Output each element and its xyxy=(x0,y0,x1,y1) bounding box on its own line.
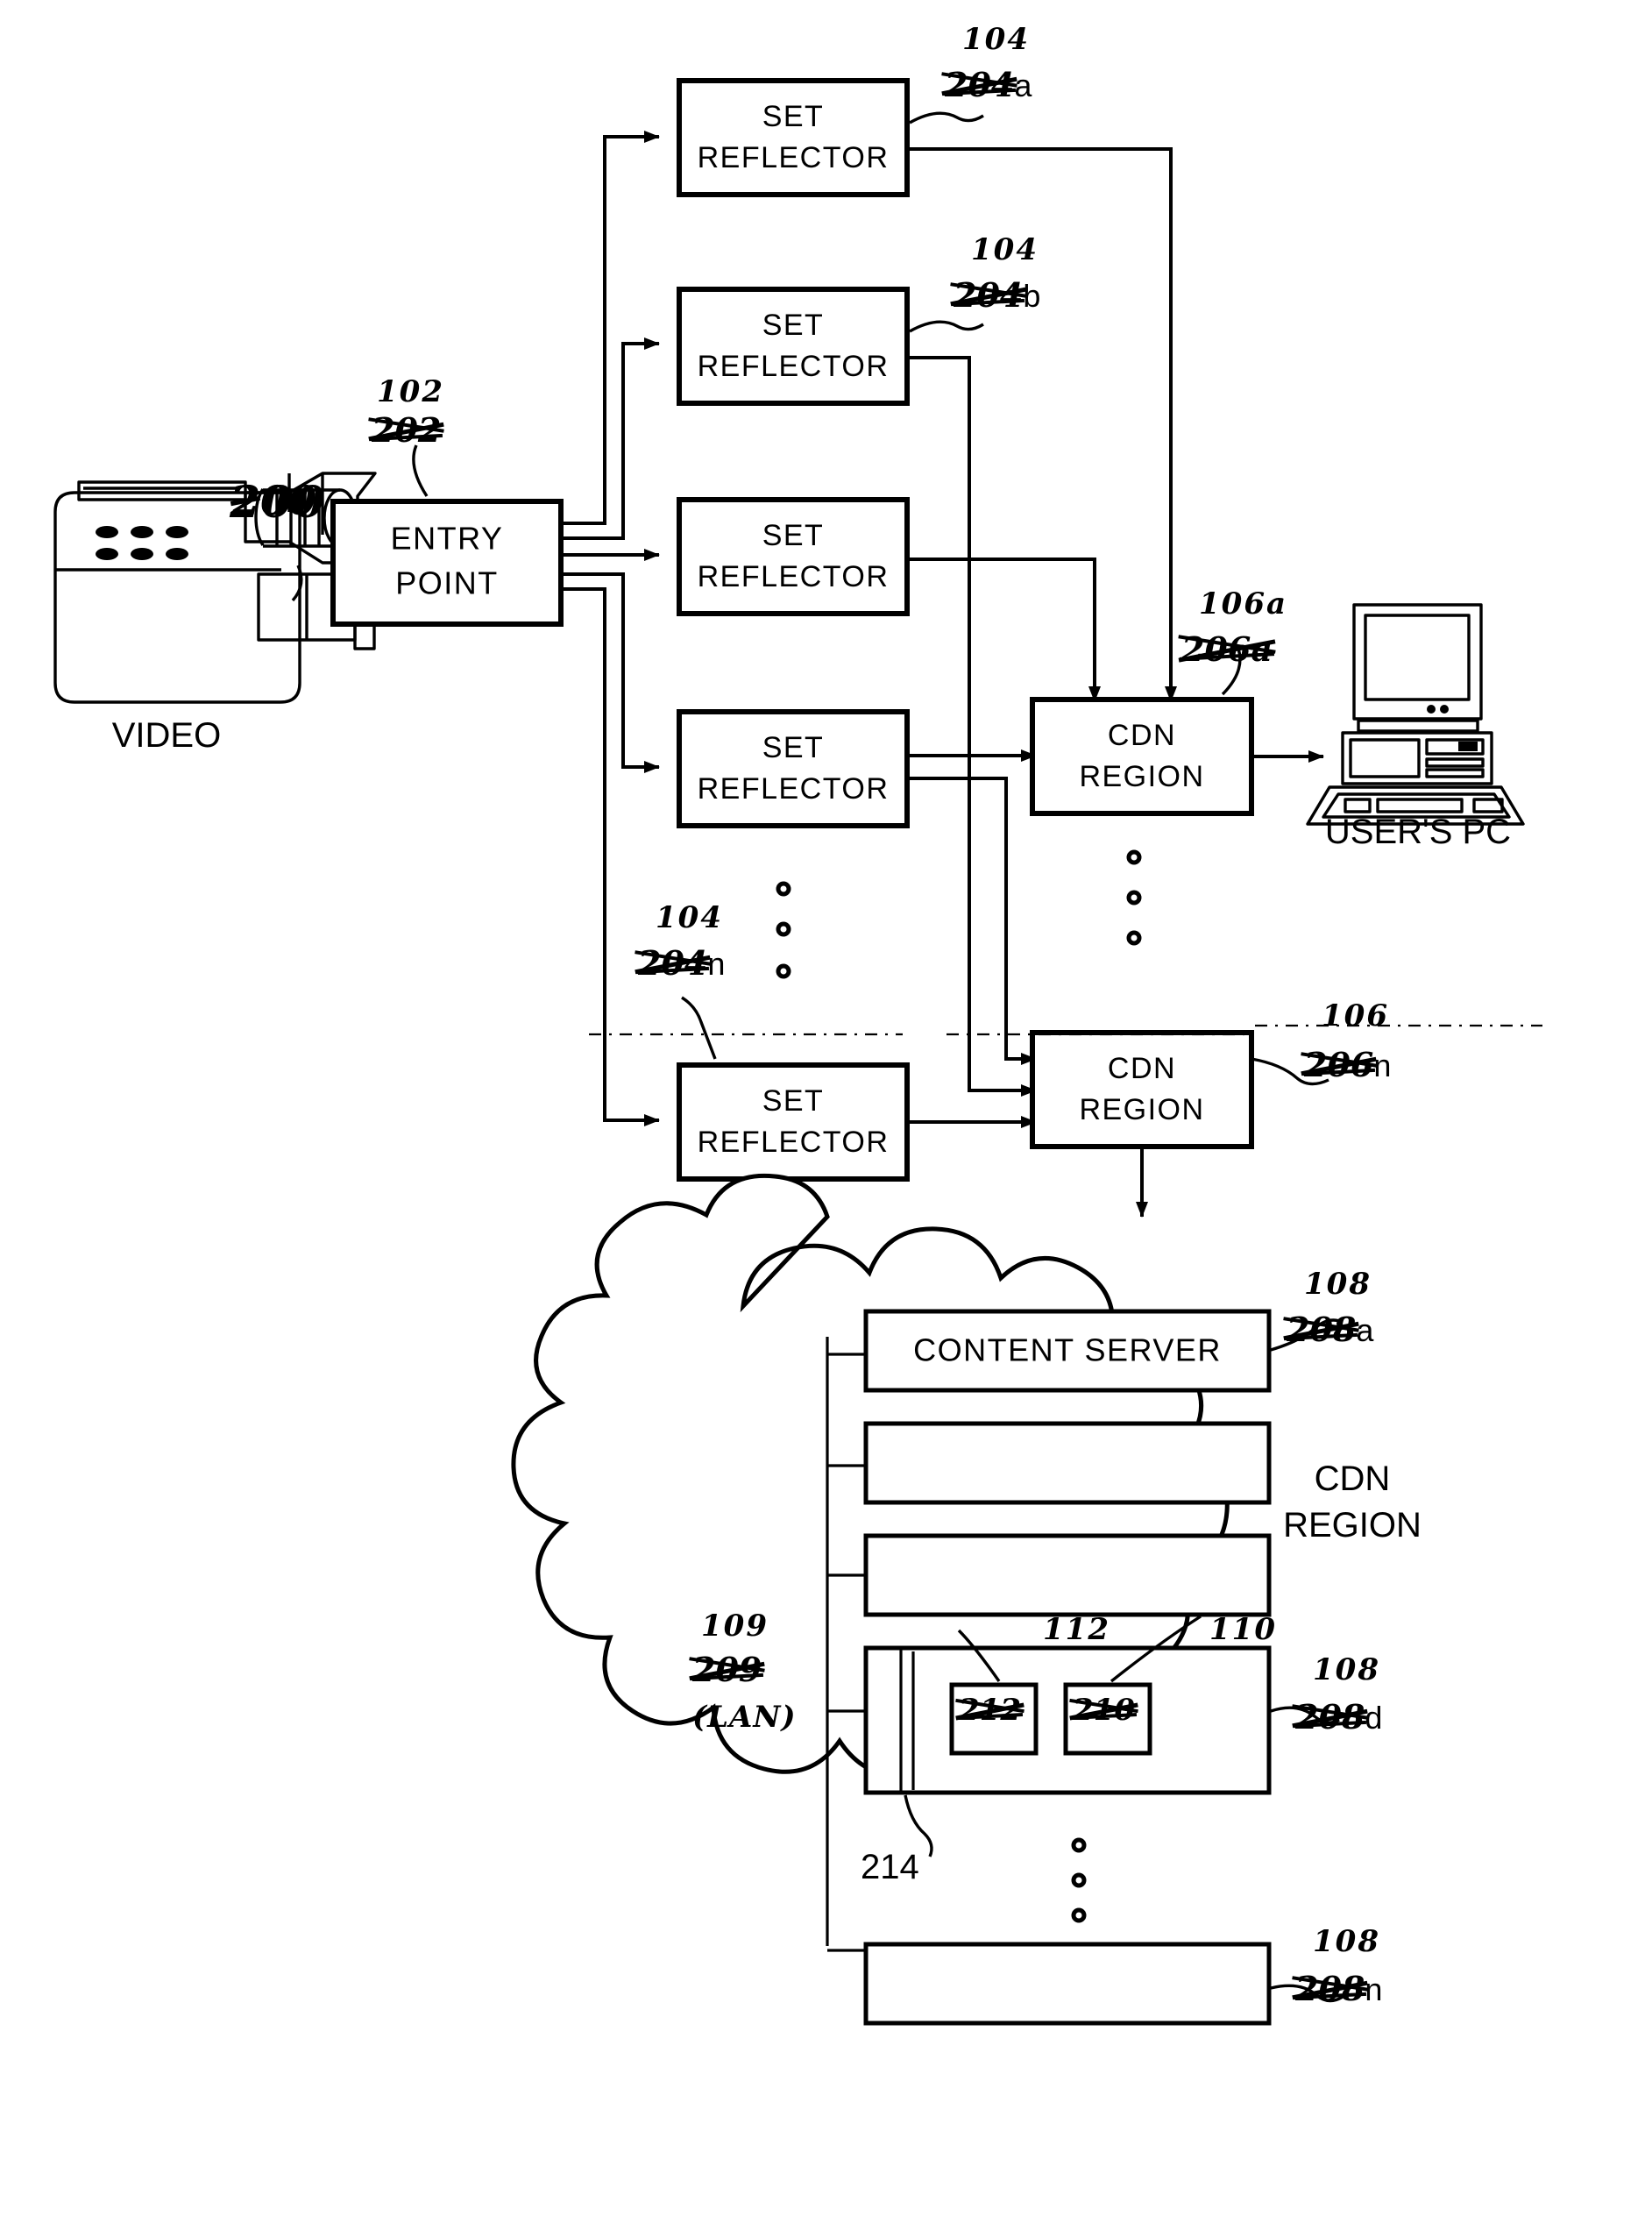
link-sr-d-to-cdn-n xyxy=(907,777,1037,1065)
server-block-n xyxy=(863,1942,1272,2026)
ellipsis-reflectors xyxy=(776,881,791,979)
bus-entry-to-sr-a xyxy=(561,131,660,525)
set-reflector-block-d xyxy=(677,709,910,828)
annotation-104b-new: 104 xyxy=(971,232,1039,267)
svg-text:REGION: REGION xyxy=(1079,1093,1204,1126)
video-label: VIDEO xyxy=(112,716,221,755)
annotation-108d-new: 108 xyxy=(1313,1652,1380,1687)
annotation-106n-new: 106 xyxy=(1322,998,1389,1033)
svg-text:REFLECTOR: REFLECTOR xyxy=(698,1126,890,1159)
svg-text:ENTRY: ENTRY xyxy=(391,521,504,557)
annotation-104n-old: 204n xyxy=(635,947,725,980)
cdn-region-block-a xyxy=(1030,697,1254,816)
annotation-lan-label: (LAN) xyxy=(692,1700,797,1735)
svg-text:REFLECTOR: REFLECTOR xyxy=(698,560,890,593)
cdn-region-block-n xyxy=(1030,1030,1254,1149)
bus-entry-to-sr-n xyxy=(561,587,660,1126)
set-reflector-block-n xyxy=(677,1062,910,1182)
annotation-104a-old: 204a xyxy=(941,68,1032,102)
svg-text:SET: SET xyxy=(762,1084,825,1118)
server-block-3 xyxy=(863,1533,1272,1617)
bus-entry-to-sr-b xyxy=(561,337,660,540)
annotation-200-overwrite: 200 xyxy=(230,476,327,528)
cloud-caption-line1: CDN xyxy=(1315,1459,1391,1498)
ellipsis-cdn xyxy=(1126,849,1142,946)
svg-text:POINT: POINT xyxy=(395,565,499,601)
figure-canvas: ENTRY POINT SET REFLECTOR SET REFLECTOR … xyxy=(53,78,1542,2026)
annotation-214: 214 xyxy=(861,1848,919,1886)
annotation-106n-old: 206n xyxy=(1301,1048,1391,1082)
annotation-109-new: 109 xyxy=(701,1609,769,1644)
set-reflector-block-c xyxy=(677,497,910,616)
link-sr-b-to-cdn-n xyxy=(907,356,1037,1097)
annotation-106a-new: 106a xyxy=(1199,586,1288,621)
set-reflector-block-a xyxy=(677,78,910,197)
annotation-106a-old: 206a xyxy=(1178,633,1276,666)
svg-text:REFLECTOR: REFLECTOR xyxy=(698,350,890,383)
leader-104n xyxy=(681,996,717,1060)
annotation-108a-new: 108 xyxy=(1304,1267,1372,1302)
annotation-102-old: 202 xyxy=(368,414,445,447)
leader-104b xyxy=(909,320,984,333)
link-sr-c-to-cdn-a xyxy=(907,558,1101,702)
leader-102 xyxy=(412,444,429,497)
svg-text:CDN: CDN xyxy=(1108,719,1176,752)
svg-text:REGION: REGION xyxy=(1079,760,1204,793)
video-camera-icon xyxy=(53,472,377,704)
patent-figure-page: ENTRY POINT SET REFLECTOR SET REFLECTOR … xyxy=(0,0,1652,2230)
annotation-102-new: 102 xyxy=(377,374,444,409)
set-reflector-block-b xyxy=(677,287,910,406)
users-pc-icon xyxy=(1306,603,1525,826)
annotation-104b-old: 204b xyxy=(950,279,1040,312)
annotation-212-box: 212 xyxy=(955,1695,1025,1725)
annotation-109-old: 209 xyxy=(689,1653,766,1687)
svg-text:SET: SET xyxy=(762,100,825,133)
annotation-108n-new: 108 xyxy=(1313,1924,1380,1959)
users-pc-label: USER'S PC xyxy=(1325,813,1511,851)
bus-entry-to-sr-d xyxy=(561,572,660,773)
annotation-108n-old: 208n xyxy=(1292,1972,1382,2006)
annotation-210-box: 210 xyxy=(1069,1695,1138,1725)
annotation-110: 110 xyxy=(1209,1612,1277,1647)
svg-text:CONTENT SERVER: CONTENT SERVER xyxy=(913,1332,1222,1368)
annotation-104n-new: 104 xyxy=(656,900,723,935)
svg-text:SET: SET xyxy=(762,731,825,764)
svg-text:REFLECTOR: REFLECTOR xyxy=(698,772,890,806)
svg-text:CDN: CDN xyxy=(1108,1052,1176,1085)
ellipsis-servers xyxy=(1071,1837,1087,1923)
link-sr-a-to-cdn-a xyxy=(907,147,1177,702)
leader-104a xyxy=(909,111,984,124)
annotation-104a-new: 104 xyxy=(962,22,1030,57)
annotation-108d-old: 208d xyxy=(1292,1701,1382,1734)
annotation-108a-old: 208a xyxy=(1283,1313,1373,1346)
svg-text:REFLECTOR: REFLECTOR xyxy=(698,141,890,174)
svg-text:SET: SET xyxy=(762,309,825,342)
server-block-2 xyxy=(863,1421,1272,1505)
annotation-112: 112 xyxy=(1043,1612,1110,1647)
svg-text:SET: SET xyxy=(762,519,825,552)
cloud-caption-line2: REGION xyxy=(1283,1506,1422,1545)
